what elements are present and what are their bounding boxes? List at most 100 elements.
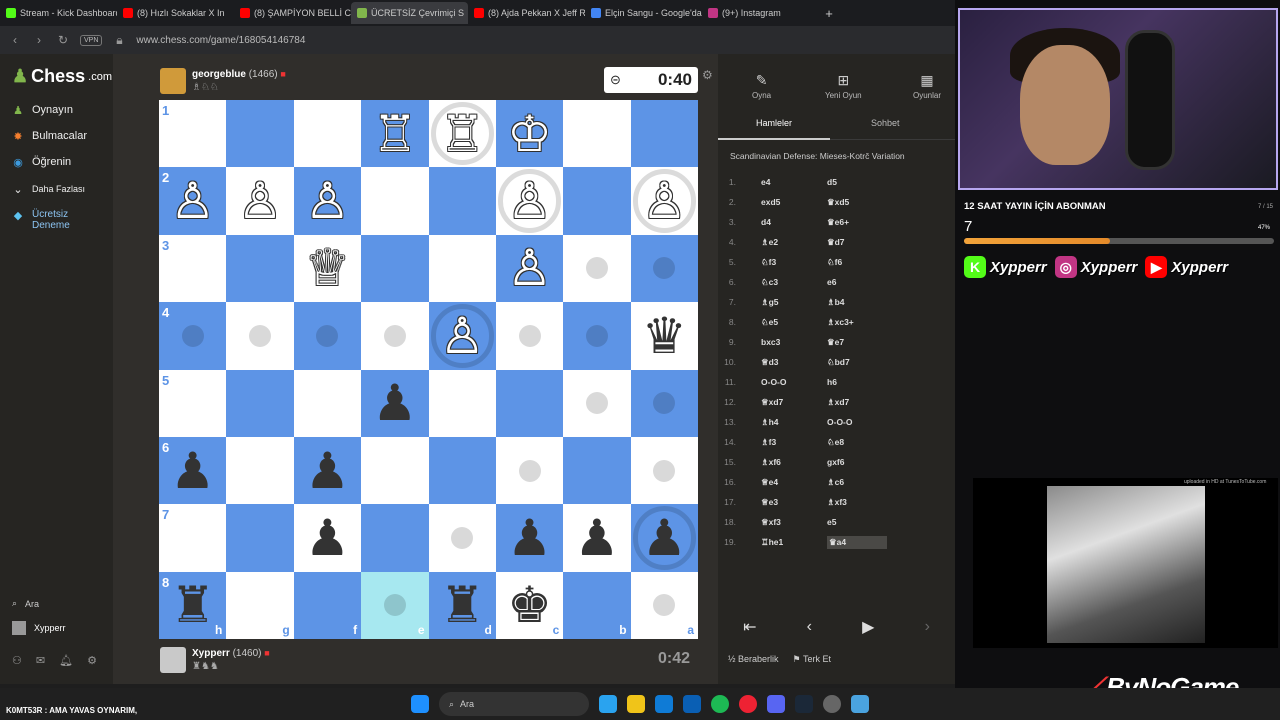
black-move[interactable]: gxf6 bbox=[827, 457, 887, 467]
first-move-icon[interactable]: ⇤ bbox=[743, 617, 756, 637]
browser-tab[interactable]: (8) Hızlı Sokaklar X In bbox=[117, 2, 234, 24]
board-square[interactable]: 6 ♟ bbox=[159, 436, 227, 505]
board-square[interactable]: ♖ bbox=[361, 100, 429, 168]
board-square[interactable] bbox=[563, 167, 631, 235]
board-square[interactable] bbox=[361, 436, 429, 505]
board-square[interactable] bbox=[563, 234, 631, 303]
play-button[interactable]: ✎ Oyna bbox=[752, 72, 771, 100]
board-square[interactable]: b bbox=[563, 571, 631, 639]
black-move[interactable]: ♘f6 bbox=[827, 257, 887, 268]
back-icon[interactable]: ‹ bbox=[8, 33, 22, 47]
board-square[interactable] bbox=[563, 100, 631, 168]
new-tab-button[interactable]: + bbox=[819, 6, 839, 21]
url-field[interactable]: www.chess.com/game/168054146784 bbox=[136, 35, 305, 46]
board-square[interactable] bbox=[495, 369, 564, 437]
windows-start-icon[interactable] bbox=[411, 695, 429, 713]
white-pawn-icon[interactable]: ♙ bbox=[170, 176, 215, 226]
board-square[interactable]: 5 bbox=[159, 369, 227, 437]
vpn-badge[interactable]: VPN bbox=[80, 34, 103, 46]
move-hint-dot[interactable] bbox=[383, 594, 406, 617]
board-square[interactable] bbox=[226, 436, 294, 505]
white-move[interactable]: O-O-O bbox=[761, 377, 827, 387]
white-rook-icon[interactable]: ♖ bbox=[372, 109, 417, 159]
black-pawn-icon[interactable]: ♟ bbox=[507, 513, 552, 563]
board-square[interactable]: g bbox=[226, 571, 294, 639]
board-square[interactable]: ♕ bbox=[293, 234, 362, 303]
move-hint-dot[interactable] bbox=[585, 392, 608, 415]
board-square[interactable]: d ♜ bbox=[428, 571, 496, 639]
browser-tab[interactable]: (9+) Instagram bbox=[702, 2, 819, 24]
move-hint-dot[interactable] bbox=[518, 324, 541, 347]
games-button[interactable]: ▦ Oyunlar bbox=[913, 72, 941, 100]
board-square[interactable]: ♔ bbox=[495, 100, 564, 168]
store-icon[interactable] bbox=[683, 695, 701, 713]
sidebar-user[interactable]: Xypperr bbox=[12, 621, 66, 635]
board-square[interactable] bbox=[226, 234, 294, 303]
avatar[interactable] bbox=[160, 647, 186, 673]
move-hint-dot[interactable] bbox=[451, 526, 474, 549]
black-move[interactable]: ♛e6+ bbox=[827, 217, 887, 228]
white-pawn-icon[interactable]: ♙ bbox=[238, 176, 283, 226]
black-move[interactable]: ♛a4 bbox=[827, 535, 887, 549]
black-move[interactable]: ♗c6 bbox=[827, 477, 887, 488]
board-square[interactable] bbox=[495, 436, 564, 505]
white-move[interactable]: ♕e4 bbox=[761, 477, 827, 488]
board-square[interactable] bbox=[630, 100, 698, 168]
board-square[interactable]: 1 bbox=[159, 100, 227, 168]
board-square[interactable] bbox=[630, 436, 698, 505]
board-square[interactable]: ♟ bbox=[630, 504, 698, 572]
board-square[interactable] bbox=[361, 167, 429, 235]
task-view-icon[interactable] bbox=[599, 695, 617, 713]
sidebar-item-play[interactable]: ♟ Oynayın bbox=[12, 104, 73, 117]
tab-moves[interactable]: Hamleler bbox=[756, 118, 792, 128]
black-move[interactable]: d5 bbox=[827, 177, 887, 187]
board-square[interactable]: 4 bbox=[159, 302, 227, 370]
board-square[interactable]: 7 bbox=[159, 504, 227, 572]
board-square[interactable] bbox=[428, 436, 496, 505]
white-pawn-icon[interactable]: ♙ bbox=[507, 243, 552, 293]
tab-chat[interactable]: Sohbet bbox=[871, 118, 900, 128]
board-square[interactable]: ♙ bbox=[293, 167, 362, 235]
white-move[interactable]: exd5 bbox=[761, 197, 827, 207]
chess-logo[interactable]: ♟ Chess .com bbox=[12, 66, 112, 87]
black-pawn-icon[interactable]: ♟ bbox=[305, 446, 350, 496]
white-move[interactable]: ♕e3 bbox=[761, 497, 827, 508]
board-square[interactable] bbox=[630, 369, 698, 437]
board-square[interactable]: ♟ bbox=[293, 436, 362, 505]
board-square[interactable] bbox=[226, 504, 294, 572]
white-move[interactable]: ♘e5 bbox=[761, 317, 827, 328]
white-move[interactable]: ♗e2 bbox=[761, 237, 827, 248]
new-game-button[interactable]: ⊞ Yeni Oyun bbox=[825, 72, 862, 100]
black-move[interactable]: ♛xd5 bbox=[827, 197, 887, 208]
white-queen-icon[interactable]: ♕ bbox=[305, 243, 350, 293]
black-queen-icon[interactable]: ♛ bbox=[642, 311, 687, 361]
resign-button[interactable]: ⚑ Terk Et bbox=[793, 654, 831, 665]
white-move[interactable]: ♕xd7 bbox=[761, 397, 827, 408]
opera-icon[interactable] bbox=[739, 695, 757, 713]
board-square[interactable]: 2 ♙ bbox=[159, 167, 227, 235]
white-move[interactable]: d4 bbox=[761, 217, 827, 227]
last-move-icon[interactable]: › bbox=[925, 618, 930, 636]
board-square[interactable] bbox=[226, 369, 294, 437]
player-name[interactable]: georgeblue (1466) ■ bbox=[192, 69, 286, 80]
board-square[interactable]: 3 bbox=[159, 234, 227, 303]
discord-icon[interactable] bbox=[767, 695, 785, 713]
board-square[interactable]: f bbox=[293, 571, 362, 639]
reload-icon[interactable]: ↻ bbox=[56, 33, 70, 47]
board-settings-icon[interactable]: ⚙ bbox=[702, 68, 713, 82]
board-square[interactable] bbox=[630, 234, 698, 303]
move-hint-dot[interactable] bbox=[518, 459, 541, 482]
sidebar-search[interactable]: ⌕ Ara bbox=[12, 598, 66, 609]
move-hint-dot[interactable] bbox=[249, 324, 272, 347]
board-square[interactable] bbox=[428, 504, 496, 572]
folder-icon[interactable] bbox=[627, 695, 645, 713]
white-move[interactable]: ♕xf3 bbox=[761, 517, 827, 528]
white-move[interactable]: ♗f3 bbox=[761, 437, 827, 448]
mail-icon[interactable]: ✉ bbox=[36, 654, 45, 667]
white-move[interactable]: bxc3 bbox=[761, 337, 827, 347]
black-king-icon[interactable]: ♚ bbox=[507, 580, 552, 630]
browser-tab[interactable]: Elçin Sangu - Google'da A bbox=[585, 2, 702, 24]
board-square[interactable]: ♙ bbox=[495, 167, 564, 235]
move-hint-dot[interactable] bbox=[653, 594, 676, 617]
board-square[interactable] bbox=[293, 100, 362, 168]
